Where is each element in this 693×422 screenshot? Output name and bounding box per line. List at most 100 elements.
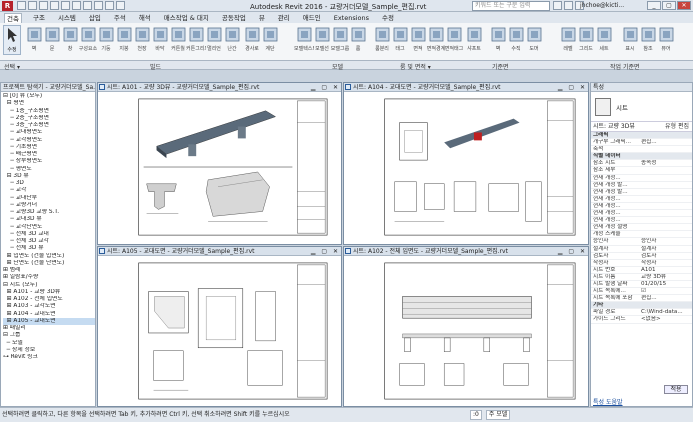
drawing-canvas[interactable] [345,93,587,243]
revit-logo-icon[interactable]: R [2,0,13,11]
property-value[interactable]: ☑ [639,288,692,294]
ribbon-tool-icon[interactable] [170,26,187,43]
ribbon-tool-icon[interactable] [466,26,483,43]
property-row[interactable]: 승인자 승인자 [591,238,692,246]
tree-item[interactable]: ⊟ 시트 (모두) [3,282,95,289]
ribbon-tool-icon[interactable] [80,26,97,43]
property-row[interactable]: 현재 개정 발... [591,189,692,196]
property-value[interactable]: 작성자 [639,260,692,266]
ribbon-tab[interactable]: 주석 [112,13,128,23]
user-account[interactable]: jhchoe@kicti... [580,2,624,9]
ribbon-panel-label[interactable]: 모델 [332,62,343,71]
ribbon-tab[interactable]: 시스템 [56,13,78,23]
property-row[interactable]: 현재 개정 발... [591,182,692,189]
ribbon-tab[interactable]: 매스작업 & 대지 [162,13,211,23]
ribbon-tab[interactable]: 관리 [276,13,292,23]
property-row[interactable]: 파일 경로 C:\Wind-data... [591,309,692,317]
ribbon-tool-icon[interactable] [98,26,115,43]
property-value[interactable] [639,175,692,181]
view-tab[interactable]: 시트: A105 - 교대도면 - 교량거더모델_Sample_편집.rvt ▁ … [98,247,341,256]
property-value[interactable]: 종속성 [639,160,692,166]
ribbon-tool-icon[interactable] [332,26,349,43]
property-value[interactable] [639,210,692,216]
property-value[interactable]: A101 [639,267,692,273]
tree-item[interactable]: ─ 모델 [3,340,95,347]
ribbon-tool-icon[interactable] [206,26,223,43]
tree-item[interactable]: ─ 배근평면 [3,151,95,158]
tree-item[interactable]: ─ 전체 3D 교대 [3,231,95,238]
property-row[interactable]: 참조 세부 [591,167,692,175]
drawing-canvas[interactable] [99,93,340,243]
property-value[interactable] [639,224,692,230]
ribbon-tool-icon[interactable] [262,26,279,43]
tree-item[interactable]: ⊞ 일람표/수량 [3,274,95,281]
ribbon-tool-icon[interactable] [188,26,205,43]
tree-item[interactable]: ⊟ 그룹 [3,332,95,339]
ribbon-tool-icon[interactable] [44,26,61,43]
ribbon-tool-icon[interactable] [392,26,409,43]
drawing-canvas[interactable] [99,257,340,405]
property-value[interactable] [639,203,692,209]
design-option-field[interactable]: 주 모델 [485,410,511,420]
property-value[interactable] [639,189,692,195]
ribbon-tab[interactable]: 해석 [137,13,153,23]
property-row[interactable]: 개정 스케줄 [591,231,692,239]
tree-item[interactable]: ⊞ 패밀리 [3,325,95,332]
maximize-button[interactable]: ▢ [662,1,676,10]
ribbon-tool-icon[interactable] [560,26,577,43]
property-value[interactable]: 편집... [639,295,692,301]
property-value[interactable]: <없음> [639,316,692,322]
tree-item[interactable]: ⊟ 평면 [3,100,95,107]
ribbon-tool-icon[interactable] [116,26,133,43]
ribbon-tab[interactable]: 뷰 [257,13,267,23]
property-value[interactable] [639,146,692,152]
ribbon-panel-label[interactable]: 선택 ▾ [4,62,20,71]
tree-item[interactable]: ─ 교량거더 [3,202,95,209]
property-row[interactable]: 시트 이름 교량 3D뷰 [591,274,692,281]
property-row[interactable]: 축척 [591,146,692,154]
tree-item[interactable]: ─ 기초평면 [3,144,95,151]
property-row[interactable]: 현재 개정... [591,196,692,203]
property-value[interactable]: C:\Wind-data... [639,309,692,315]
tree-item[interactable]: ─ 교대단부 [3,195,95,202]
property-row[interactable]: 시트 번호 A101 [591,267,692,274]
tree-item[interactable]: ─ 전체 3D 뷰 [3,245,95,252]
ribbon-tool-icon[interactable] [224,26,241,43]
property-row[interactable]: 시트 목록에... ☑ [591,288,692,296]
subscription-icon[interactable] [564,1,573,10]
ribbon-tool-icon[interactable] [578,26,595,43]
minimize-button[interactable]: _ [647,1,661,10]
property-value[interactable]: 설계자 [639,246,692,252]
tree-item[interactable]: ⊞ 범례 [3,267,95,274]
tree-item[interactable]: ─ 교대3D 뷰 [3,216,95,223]
property-row[interactable]: 현재 개정... [591,203,692,211]
ribbon-tab[interactable]: Extensions [332,13,371,23]
ribbon-tool-icon[interactable] [658,26,675,43]
ribbon-tool-icon[interactable] [428,26,445,43]
view-controls[interactable]: ▁ ▢ ✕ [558,83,587,91]
ribbon-panel-label[interactable]: 작업 기준면 [610,62,640,71]
property-value[interactable] [639,132,692,138]
section-icon[interactable] [105,1,114,10]
view-window-a102[interactable]: 시트: A102 - 전체 입면도 - 교량거더모델_Sample_편집.rvt… [343,246,589,407]
tree-item[interactable]: ─ 교량3D 교량 S.T. [3,209,95,216]
view-window-a104[interactable]: 시트: A104 - 교대도면 - 교량거더모델_Sample_편집.rvt ▁ … [343,82,589,245]
ribbon-panel-label[interactable]: 룸 및 면적 ▾ [400,62,431,71]
ribbon-panel-label[interactable]: 빌드 [150,62,161,71]
measure-icon[interactable] [72,1,81,10]
3d-view-icon[interactable] [94,1,103,10]
property-value[interactable] [639,182,692,188]
ribbon-tab[interactable]: 공동작업 [220,13,248,23]
tree-item[interactable]: ⊶ Revit 링크 [3,354,95,361]
tree-item[interactable]: ⊞ A102 - 전체 입면도 [3,296,95,303]
tree-item[interactable]: ⊟ [0] 뷰 (모두) [3,93,95,100]
save-icon[interactable] [28,1,37,10]
ribbon-tab[interactable]: 삽입 [87,13,103,23]
ribbon-tool-icon[interactable] [26,26,43,43]
property-value[interactable]: 01/20/15 [639,281,692,287]
property-section[interactable]: 식별 데이터 [591,153,692,161]
ribbon-tool-icon[interactable] [622,26,639,43]
ribbon-tool-icon[interactable] [410,26,427,43]
property-value[interactable] [639,167,692,173]
ribbon-tab[interactable]: 애드인 [301,13,323,23]
